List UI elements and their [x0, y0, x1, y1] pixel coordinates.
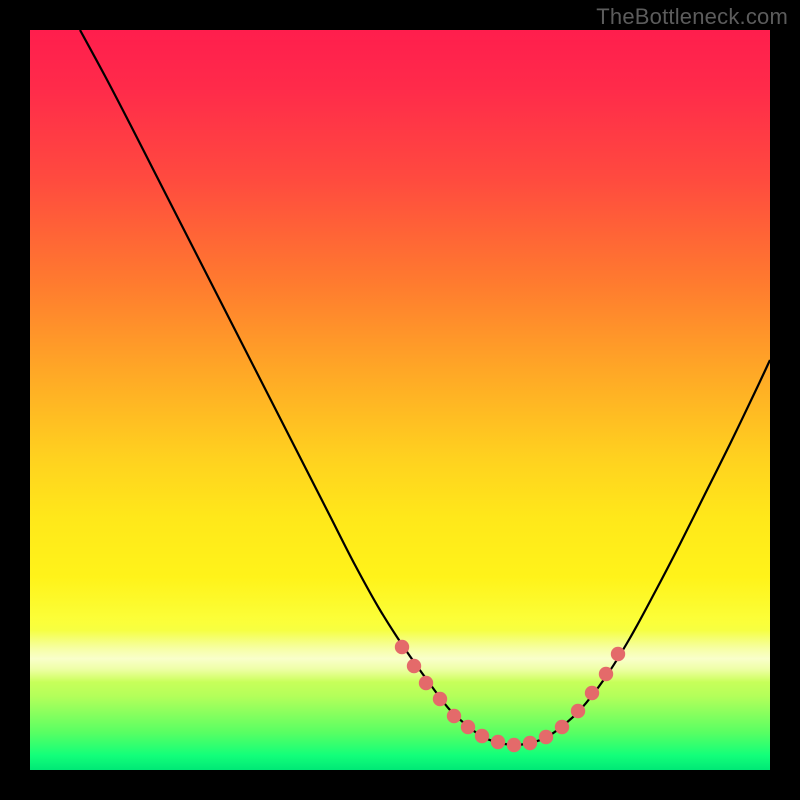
chart-stage: TheBottleneck.com — [0, 0, 800, 800]
watermark-text: TheBottleneck.com — [596, 4, 788, 30]
plot-gradient-area — [30, 30, 770, 770]
